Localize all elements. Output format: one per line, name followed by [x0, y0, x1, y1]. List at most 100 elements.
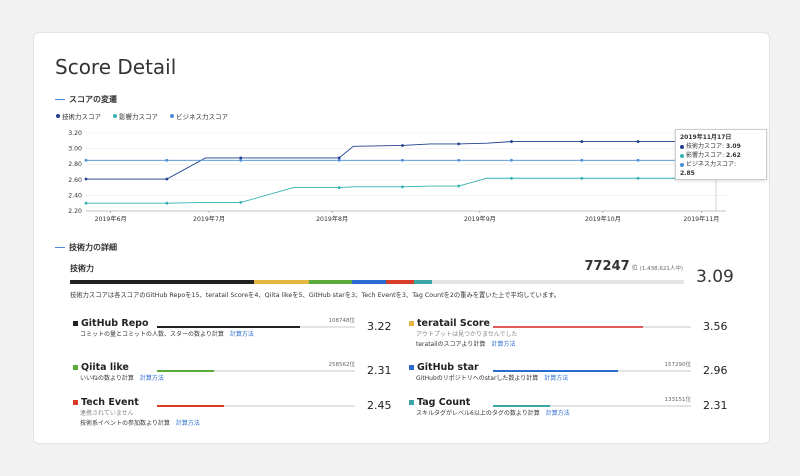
metric-color-square [73, 365, 78, 370]
series-point [337, 186, 341, 190]
series-point [165, 177, 169, 181]
calculation-method-link[interactable]: 計算方法 [230, 331, 254, 338]
metric-progress-fill [493, 370, 618, 372]
calculation-method-link[interactable]: 計算方法 [544, 375, 568, 382]
metric-score: 3.22 [367, 320, 392, 333]
bar-segment [413, 280, 433, 284]
x-tick-label: 2019年6月 [95, 215, 127, 223]
metric-progress-track [157, 326, 355, 328]
metric-rank: 157290位 [664, 362, 692, 368]
x-tick-label: 2019年9月 [464, 215, 496, 223]
x-tick-label: 2019年7月 [193, 215, 225, 223]
bar-segment [254, 280, 310, 284]
metric-description: コミットの量とコミットの人数、スターの数より計算 計算方法 [80, 329, 254, 338]
x-tick-label: 2019年10月 [585, 215, 621, 223]
metric-description-text: スキルタグがレベル6以上のタグの数より計算 [416, 410, 540, 417]
score-line-chart[interactable]: 2.20 2.40 2.60 2.80 3.00 3.20 2019年6月 2019年7月 20… [34, 33, 771, 233]
metric-name: Tech Event [81, 397, 139, 408]
tooltip-row: 技術力スコア: 3.09 [680, 142, 762, 151]
overall-stacked-bar [70, 280, 684, 284]
series-point [239, 201, 243, 204]
metric-progress-fill [157, 405, 225, 407]
metric-progress-track [493, 326, 691, 328]
bar-segment [70, 280, 255, 284]
metric-description-text: 技術系イベントの参加数より計算 [80, 420, 170, 427]
metric-name: teratail Score [417, 318, 490, 329]
series-point [457, 184, 461, 188]
series-point [510, 140, 513, 143]
bar-segment [309, 280, 353, 284]
series-point [580, 140, 584, 143]
metric-title: teratail Score [409, 318, 490, 329]
metric-note: 連携されていません [80, 410, 134, 417]
y-tick-label: 2.80 [68, 161, 82, 168]
overall-description: 技術力スコアは各スコアのGitHub Repoを15、teratail Scor… [70, 292, 561, 299]
y-tick-label: 2.40 [68, 192, 82, 199]
tooltip-dot [680, 162, 684, 167]
metric-description: GitHubのリポジトリへのstarした数より計算 計算方法 [416, 373, 568, 382]
metric-note: アウトプットは見つかりませんでした [416, 331, 518, 338]
tooltip-value: 2.85 [680, 170, 695, 177]
metric-color-square [409, 365, 414, 370]
calculation-method-link[interactable]: 計算方法 [491, 341, 515, 348]
metric-score: 3.56 [703, 320, 728, 333]
metric-rank: 108748位 [328, 318, 356, 324]
metric-progress-fill [493, 405, 551, 407]
metric-github-star: GitHub star 157290位 2.96 GitHubのリポジトリへのstar… [409, 362, 729, 398]
tooltip-label: ビジネス力スコア: [686, 161, 737, 168]
metric-name: Qiita like [81, 362, 129, 373]
tooltip-label: 影響力スコア: [686, 152, 725, 159]
calculation-method-link[interactable]: 計算方法 [546, 410, 570, 417]
y-tick-label: 3.20 [68, 130, 82, 137]
series-point [457, 158, 461, 162]
tooltip-dot [680, 153, 684, 158]
tooltip-row: ビジネス力スコア: [680, 160, 762, 169]
series-point [580, 158, 584, 162]
series-point [636, 176, 640, 180]
series-point [84, 158, 88, 162]
section-marker [55, 247, 65, 248]
metric-title: GitHub Repo [73, 318, 149, 329]
series-point [401, 185, 404, 189]
metric-name: Tag Count [417, 397, 471, 408]
series-point [84, 201, 88, 205]
series-point [401, 144, 404, 147]
bar-segment [386, 280, 414, 284]
series-point [337, 158, 341, 162]
tooltip-dot [680, 144, 684, 149]
tooltip-row: 影響力スコア: 2.62 [680, 151, 762, 160]
series-point [239, 158, 243, 162]
metric-title: Tag Count [409, 397, 470, 408]
metric-description: スキルタグがレベル6以上のタグの数より計算 計算方法 [416, 408, 570, 417]
bar-segment [352, 280, 387, 284]
metric-title: Tech Event [73, 397, 139, 408]
series-point [636, 158, 640, 162]
metric-rank: 133151位 [664, 397, 692, 403]
series-point [165, 158, 169, 162]
calculation-method-link[interactable]: 計算方法 [176, 420, 200, 427]
series-point [165, 201, 169, 205]
metric-rank: 258562位 [328, 362, 356, 368]
metric-teratail-score: teratail Score 3.56 アウトプットは見つかりませんでした terat… [409, 318, 729, 354]
calculation-method-link[interactable]: 計算方法 [140, 375, 164, 382]
metric-progress-track [157, 405, 355, 407]
metric-description: teratailのスコアより計算 計算方法 [416, 339, 515, 348]
metric-github-repo: GitHub Repo 108748位 3.22 コミットの量とコミットの人数、スター… [73, 318, 393, 354]
metric-color-square [409, 400, 414, 405]
overall-label: 技術力 [70, 264, 94, 273]
section-heading-detail: 技術力の詳細 [55, 242, 117, 253]
overall-rank: 77247 位 (1,438,621人中) [584, 259, 683, 274]
series-point [510, 158, 513, 162]
series-point [580, 176, 584, 180]
metric-score: 2.96 [703, 364, 728, 377]
metric-progress-track [157, 370, 355, 372]
y-tick-label: 2.20 [68, 208, 82, 215]
metric-progress-track [493, 405, 691, 407]
series-point [636, 140, 640, 143]
y-tick-label: 3.00 [68, 146, 82, 153]
tooltip-date: 2019年11月17日 [680, 134, 732, 141]
overall-rank-total: (1,438,621人中) [639, 266, 683, 272]
metric-title: Qiita like [73, 362, 129, 373]
metric-progress-fill [157, 370, 215, 372]
overall-rank-unit: 位 [631, 265, 638, 272]
